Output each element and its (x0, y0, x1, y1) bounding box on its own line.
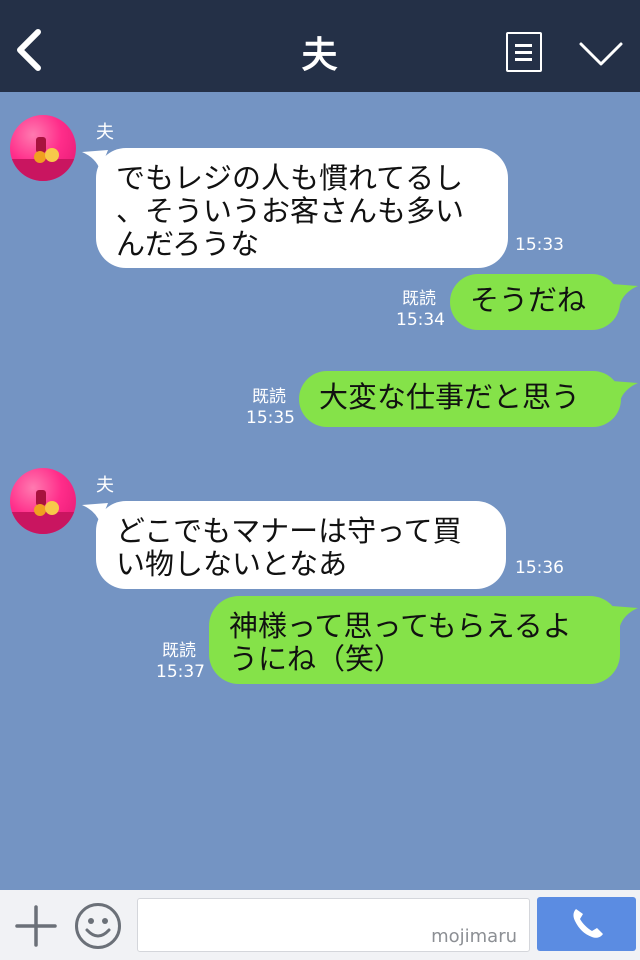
bubble-tail (612, 284, 638, 304)
note-icon[interactable] (506, 32, 542, 72)
smiley-icon[interactable] (74, 902, 122, 950)
message-list[interactable]: 夫 でもレジの人も慣れてるし 、そういうお客さんも多い んだろうな 15:33 … (0, 92, 640, 890)
read-receipt: 既読 15:34 (396, 289, 445, 330)
message-bubble[interactable]: 大変な仕事だと思う (299, 371, 621, 427)
message-time: 15:36 (515, 558, 564, 578)
message-line: でもレジの人も慣れてるし (116, 161, 464, 195)
message-input[interactable]: mojimaru (137, 898, 530, 952)
bubble-tail (612, 381, 638, 401)
message-line: そうだね (470, 283, 587, 317)
read-receipt: 既読 15:35 (246, 387, 295, 428)
chat-header: 夫 (0, 0, 640, 92)
read-receipt: 既読 15:37 (156, 641, 205, 682)
message-bubble[interactable]: でもレジの人も慣れてるし 、そういうお客さんも多い んだろうな (96, 148, 508, 268)
chevron-left-icon[interactable] (12, 28, 48, 72)
message-line: 、そういうお客さんも多い (116, 194, 465, 228)
chevron-down-icon[interactable] (578, 40, 624, 68)
message-line: うにね（笑） (229, 642, 404, 676)
call-button[interactable] (537, 897, 636, 951)
sender-name: 夫 (96, 122, 114, 143)
message-line: どこでもマナーは守って買 (116, 514, 462, 548)
watermark-text: mojimaru (431, 926, 517, 947)
avatar[interactable] (10, 468, 76, 534)
message-bubble[interactable]: どこでもマナーは守って買 い物しないとなあ (96, 501, 506, 589)
message-time: 15:33 (515, 235, 564, 255)
sender-name: 夫 (96, 475, 114, 496)
plus-icon[interactable] (14, 904, 58, 948)
message-line: んだろうな (116, 227, 260, 261)
message-line: い物しないとなあ (116, 547, 348, 581)
bubble-tail (612, 606, 638, 626)
chat-title: 夫 (301, 35, 339, 76)
message-bubble[interactable]: そうだね (450, 274, 620, 330)
message-bubble[interactable]: 神様って思ってもらえるよ うにね（笑） (209, 596, 620, 684)
phone-icon (573, 909, 603, 938)
message-line: 大変な仕事だと思う (319, 380, 581, 414)
message-line: 神様って思ってもらえるよ (229, 609, 572, 643)
input-bar: mojimaru (0, 890, 640, 960)
avatar[interactable] (10, 115, 76, 181)
